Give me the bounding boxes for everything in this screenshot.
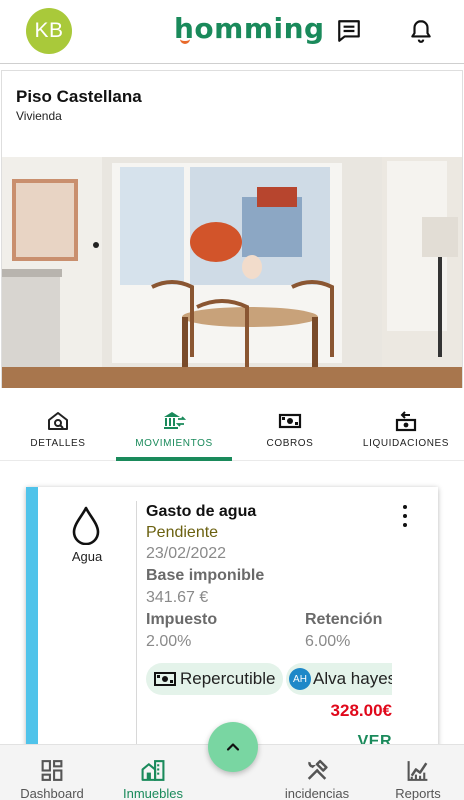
- scroll-up-button[interactable]: [208, 722, 258, 772]
- tax-label: Impuesto: [146, 611, 218, 628]
- category-label: Agua: [71, 549, 103, 564]
- logo-text: homming: [174, 12, 325, 45]
- tab-label: LIQUIDACIONES: [362, 438, 450, 449]
- bank-transfer-icon: [164, 412, 186, 429]
- retention-value: 6.00%: [305, 633, 351, 650]
- app-root: KB homming Piso Castellana Vivienda DETA…: [0, 0, 464, 800]
- top-bar: KB homming: [0, 0, 464, 64]
- house-search-icon: [48, 412, 68, 430]
- base-label: Base imponible: [146, 567, 265, 584]
- tools-icon: [307, 759, 328, 780]
- card-divider: [136, 501, 137, 761]
- active-tab-indicator: [116, 457, 232, 461]
- tab-liquidaciones[interactable]: LIQUIDACIONES: [348, 405, 464, 461]
- repercutible-chip[interactable]: Repercutible: [146, 663, 283, 695]
- property-photo: [2, 157, 462, 388]
- buildings-icon: [141, 760, 165, 781]
- section-tabs: DETALLES MOVIMIENTOS COBROS LIQUIDACIONE…: [0, 405, 464, 461]
- chat-icon[interactable]: [334, 16, 364, 46]
- cash-icon: [278, 413, 302, 429]
- owner-avatar: AH: [289, 668, 311, 690]
- cash-refund-icon: [395, 411, 417, 432]
- retention-label: Retención: [305, 611, 383, 628]
- chart-icon: [407, 761, 428, 781]
- homming-logo[interactable]: homming: [174, 12, 324, 52]
- nav-label: incidencias: [284, 786, 350, 800]
- water-drop-icon: [72, 506, 100, 545]
- chevron-up-icon: [226, 743, 240, 751]
- movement-total: 328.00€: [330, 701, 392, 720]
- tax-value: 2.00%: [146, 633, 192, 650]
- avatar[interactable]: KB: [26, 8, 72, 54]
- property-type: Vivienda: [16, 109, 62, 123]
- movement-title: Gasto de agua: [146, 503, 257, 520]
- property-card: Piso Castellana Vivienda: [1, 70, 463, 388]
- more-options-icon[interactable]: [398, 505, 412, 527]
- tab-detalles[interactable]: DETALLES: [0, 405, 116, 461]
- tab-cobros[interactable]: COBROS: [232, 405, 348, 461]
- tab-label: COBROS: [266, 438, 314, 449]
- owner-name: Alva hayes: [313, 669, 392, 688]
- base-value: 341.67 €: [146, 589, 209, 606]
- nav-reports[interactable]: Reports: [374, 745, 462, 800]
- dashboard-icon: [41, 760, 63, 781]
- property-title: Piso Castellana: [16, 87, 142, 106]
- tab-label: DETALLES: [30, 438, 86, 449]
- tab-movimientos[interactable]: MOVIMIENTOS: [116, 405, 232, 461]
- chips-row: Repercutible AH Alva hayes: [146, 663, 392, 695]
- nav-incidencias[interactable]: incidencias: [272, 745, 362, 800]
- nav-dashboard[interactable]: Dashboard: [8, 745, 96, 800]
- chip-label: Repercutible: [180, 669, 276, 688]
- bell-icon[interactable]: [406, 16, 436, 46]
- nav-label: Dashboard: [20, 786, 84, 800]
- nav-inmuebles[interactable]: Inmuebles: [108, 745, 198, 800]
- cash-icon: [154, 672, 176, 686]
- category-stripe: [26, 487, 38, 767]
- movement-status: Pendiente: [146, 524, 219, 541]
- owner-chip[interactable]: AH Alva hayes: [286, 663, 392, 695]
- nav-label: Reports: [395, 786, 441, 800]
- tab-label: MOVIMIENTOS: [135, 438, 213, 449]
- nav-label: Inmuebles: [123, 786, 183, 800]
- movement-date: 23/02/2022: [146, 545, 227, 562]
